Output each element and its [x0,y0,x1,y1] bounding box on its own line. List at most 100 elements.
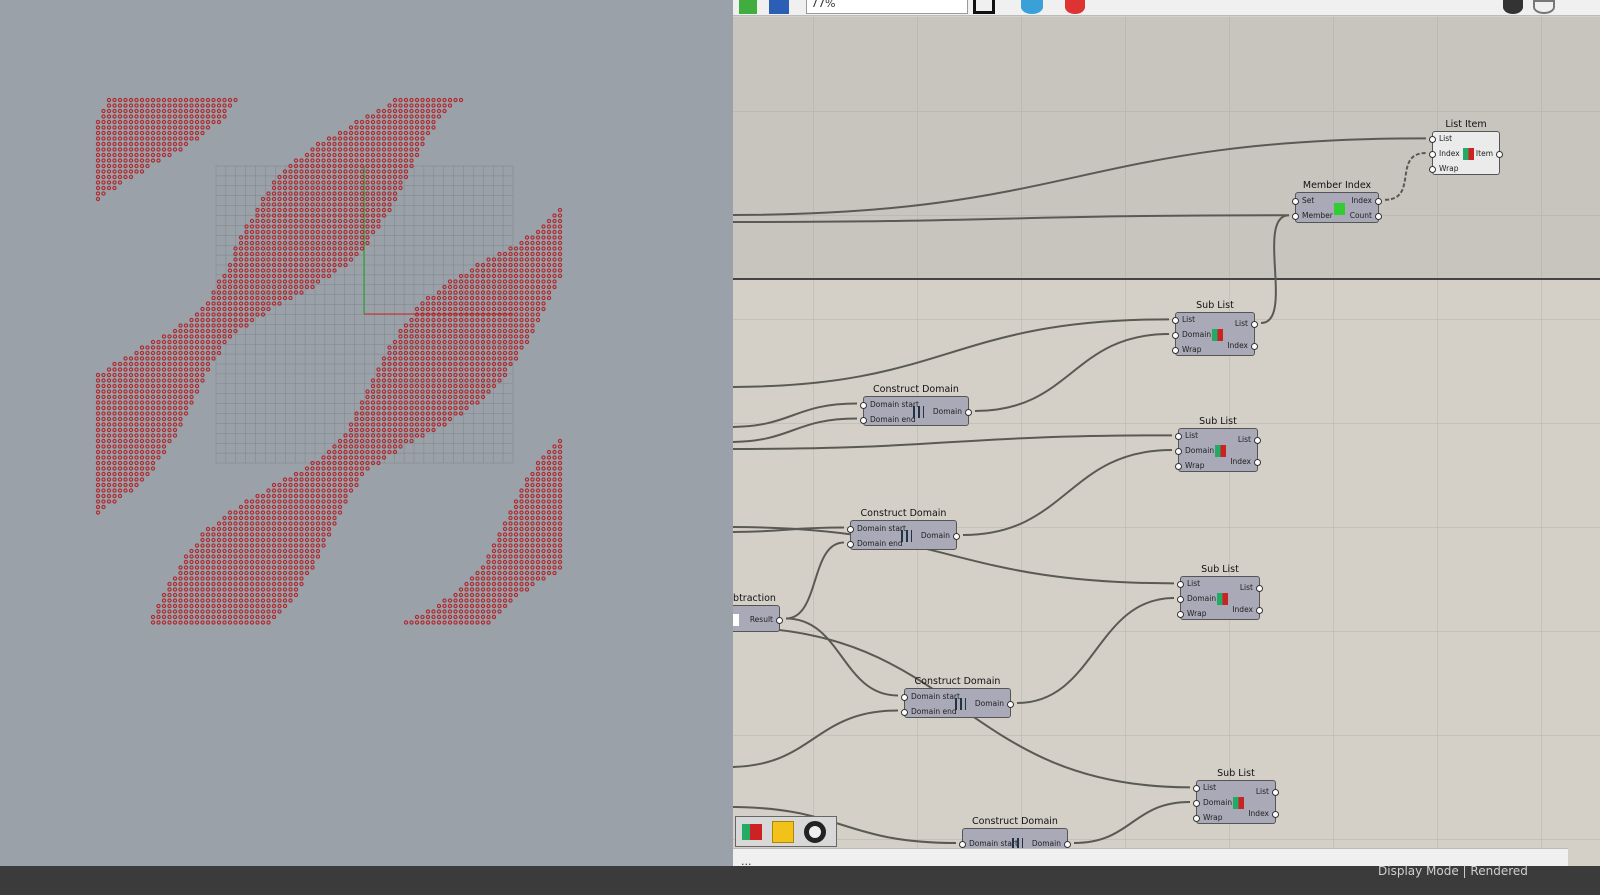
input-port[interactable]: Domain start [901,692,960,701]
output-port[interactable]: Index [1227,341,1258,350]
component-title: Construct Domain [873,384,959,395]
component-title: Sub List [1196,300,1234,311]
construct-domain-1-component[interactable]: Construct Domain Domain start Domain end Do… [860,384,973,426]
component-title: Sub List [1201,564,1239,575]
input-port[interactable]: Set [1291,196,1314,205]
point-cloud-preview [95,97,563,625]
list-item-icon[interactable] [742,824,762,840]
component-title: Construct Domain [860,508,947,519]
component-title: Sub List [1217,768,1255,779]
input-port[interactable]: Domain [1192,798,1232,807]
input-port[interactable]: Wrap [1429,164,1459,173]
preview-eye-icon[interactable] [1021,0,1043,14]
input-port[interactable]: Domain start [959,839,1018,848]
input-port[interactable]: Wrap [1172,345,1202,354]
paint-icon[interactable] [1065,0,1085,14]
output-port[interactable]: Count [1350,211,1383,221]
sub-list-icon [1212,329,1223,341]
input-port[interactable]: Domain end [847,539,903,548]
input-port[interactable]: Domain start [847,524,906,533]
domain-icon [900,530,912,542]
input-port[interactable]: List [1428,134,1452,144]
domain-icon [913,406,924,418]
output-port[interactable]: Result [750,615,784,624]
input-port[interactable]: Domain end [901,707,957,716]
output-port[interactable]: List [1235,319,1259,328]
output-port[interactable]: Item [1476,149,1504,158]
input-port[interactable]: Wrap [1175,461,1205,470]
zoom-value: 77% [811,0,836,10]
input-port[interactable]: Wrap [1193,813,1223,822]
component-title: Sub List [1199,416,1237,427]
output-port[interactable]: List [1238,435,1262,444]
zoom-extents-icon[interactable] [973,0,995,14]
domain-icon [1012,838,1023,848]
construct-domain-2-component[interactable]: Construct Domain Domain start Domain end Do… [847,508,961,550]
input-port[interactable]: Domain [1174,446,1214,455]
sub-list-1-component[interactable]: Sub List List Domain Wrap List Index [1171,300,1259,356]
input-port[interactable]: Index [1429,149,1460,158]
wire [733,417,858,443]
output-port[interactable]: Index [1230,457,1261,466]
output-port[interactable]: List [1240,583,1264,592]
input-port[interactable]: Domain [1171,330,1211,339]
construct-domain-3-component[interactable]: Construct Domain Domain start Domain end Do… [901,676,1015,718]
component-title: Construct Domain [972,816,1058,827]
output-port[interactable]: Index [1248,809,1279,818]
input-port[interactable]: Domain end [860,415,916,424]
input-port[interactable]: Domain [1176,594,1216,603]
input-port[interactable]: List [1192,783,1216,793]
rhino-viewport[interactable] [0,0,733,866]
component-title: List Item [1445,119,1487,130]
input-port[interactable]: Domain start [860,400,919,409]
output-port[interactable]: Domain [921,531,961,540]
wire [733,318,1170,388]
wire [1073,801,1191,844]
save-icon[interactable] [769,0,789,14]
zoom-dropdown[interactable]: 77% [806,0,968,14]
sub-list-3-component[interactable]: Sub List List Domain Wrap List Index [1176,564,1264,620]
subtraction-component[interactable]: ubtraction Result [733,593,784,632]
input-port[interactable]: Member [1292,211,1333,221]
green-document-icon[interactable] [739,0,757,14]
output-port[interactable]: Index [1351,196,1382,205]
construct-domain-4-component[interactable]: Construct Domain Domain start Domain [959,816,1072,848]
output-port[interactable]: List [1256,787,1280,796]
output-port[interactable]: Domain [933,407,973,416]
wire [962,449,1173,536]
sketch-icon[interactable] [1503,0,1523,14]
toolbar: 77% [733,0,1600,16]
input-port[interactable]: List [1174,431,1198,441]
minus-icon [733,613,739,626]
component-title: Construct Domain [914,676,1001,687]
settings-icon[interactable] [1533,0,1555,14]
input-port[interactable]: Wrap [1177,609,1207,618]
list-item-component[interactable]: List Item List Index Wrap Item [1428,119,1504,175]
wire [733,214,1290,223]
input-port[interactable]: List [1176,579,1200,589]
output-port[interactable]: Domain [1032,839,1072,848]
point-cloud [95,97,563,625]
wire [785,617,899,697]
grasshopper-window: 77% List Item List Index Wrap Item Member Ind… [733,0,1600,870]
display-mode-label: Display Mode | Rendered [1378,864,1528,878]
sub-list-icon [1217,593,1228,605]
nut-icon[interactable] [804,821,826,843]
rhino-status-bar [0,866,1600,895]
sub-list-4-component[interactable]: Sub List List Domain Wrap List Index [1192,768,1280,824]
domain-icon [954,698,966,710]
grasshopper-canvas[interactable]: List Item List Index Wrap Item Member Index Se… [733,17,1600,848]
sub-list-icon [1233,797,1244,809]
member-index-icon [1334,202,1345,215]
output-port[interactable]: Index [1232,605,1263,614]
list-item-icon [1463,148,1474,160]
component-title: ubtraction [733,593,776,604]
output-port[interactable]: Domain [975,699,1015,708]
sub-list-2-component[interactable]: Sub List List Domain Wrap List Index [1174,416,1262,472]
input-port[interactable]: List [1171,315,1195,325]
wire [733,402,858,428]
wire [974,333,1170,412]
sound-wave-icon[interactable] [772,821,794,843]
member-index-component[interactable]: Member Index Set Member Index Count [1291,180,1383,223]
wire [1016,597,1175,704]
